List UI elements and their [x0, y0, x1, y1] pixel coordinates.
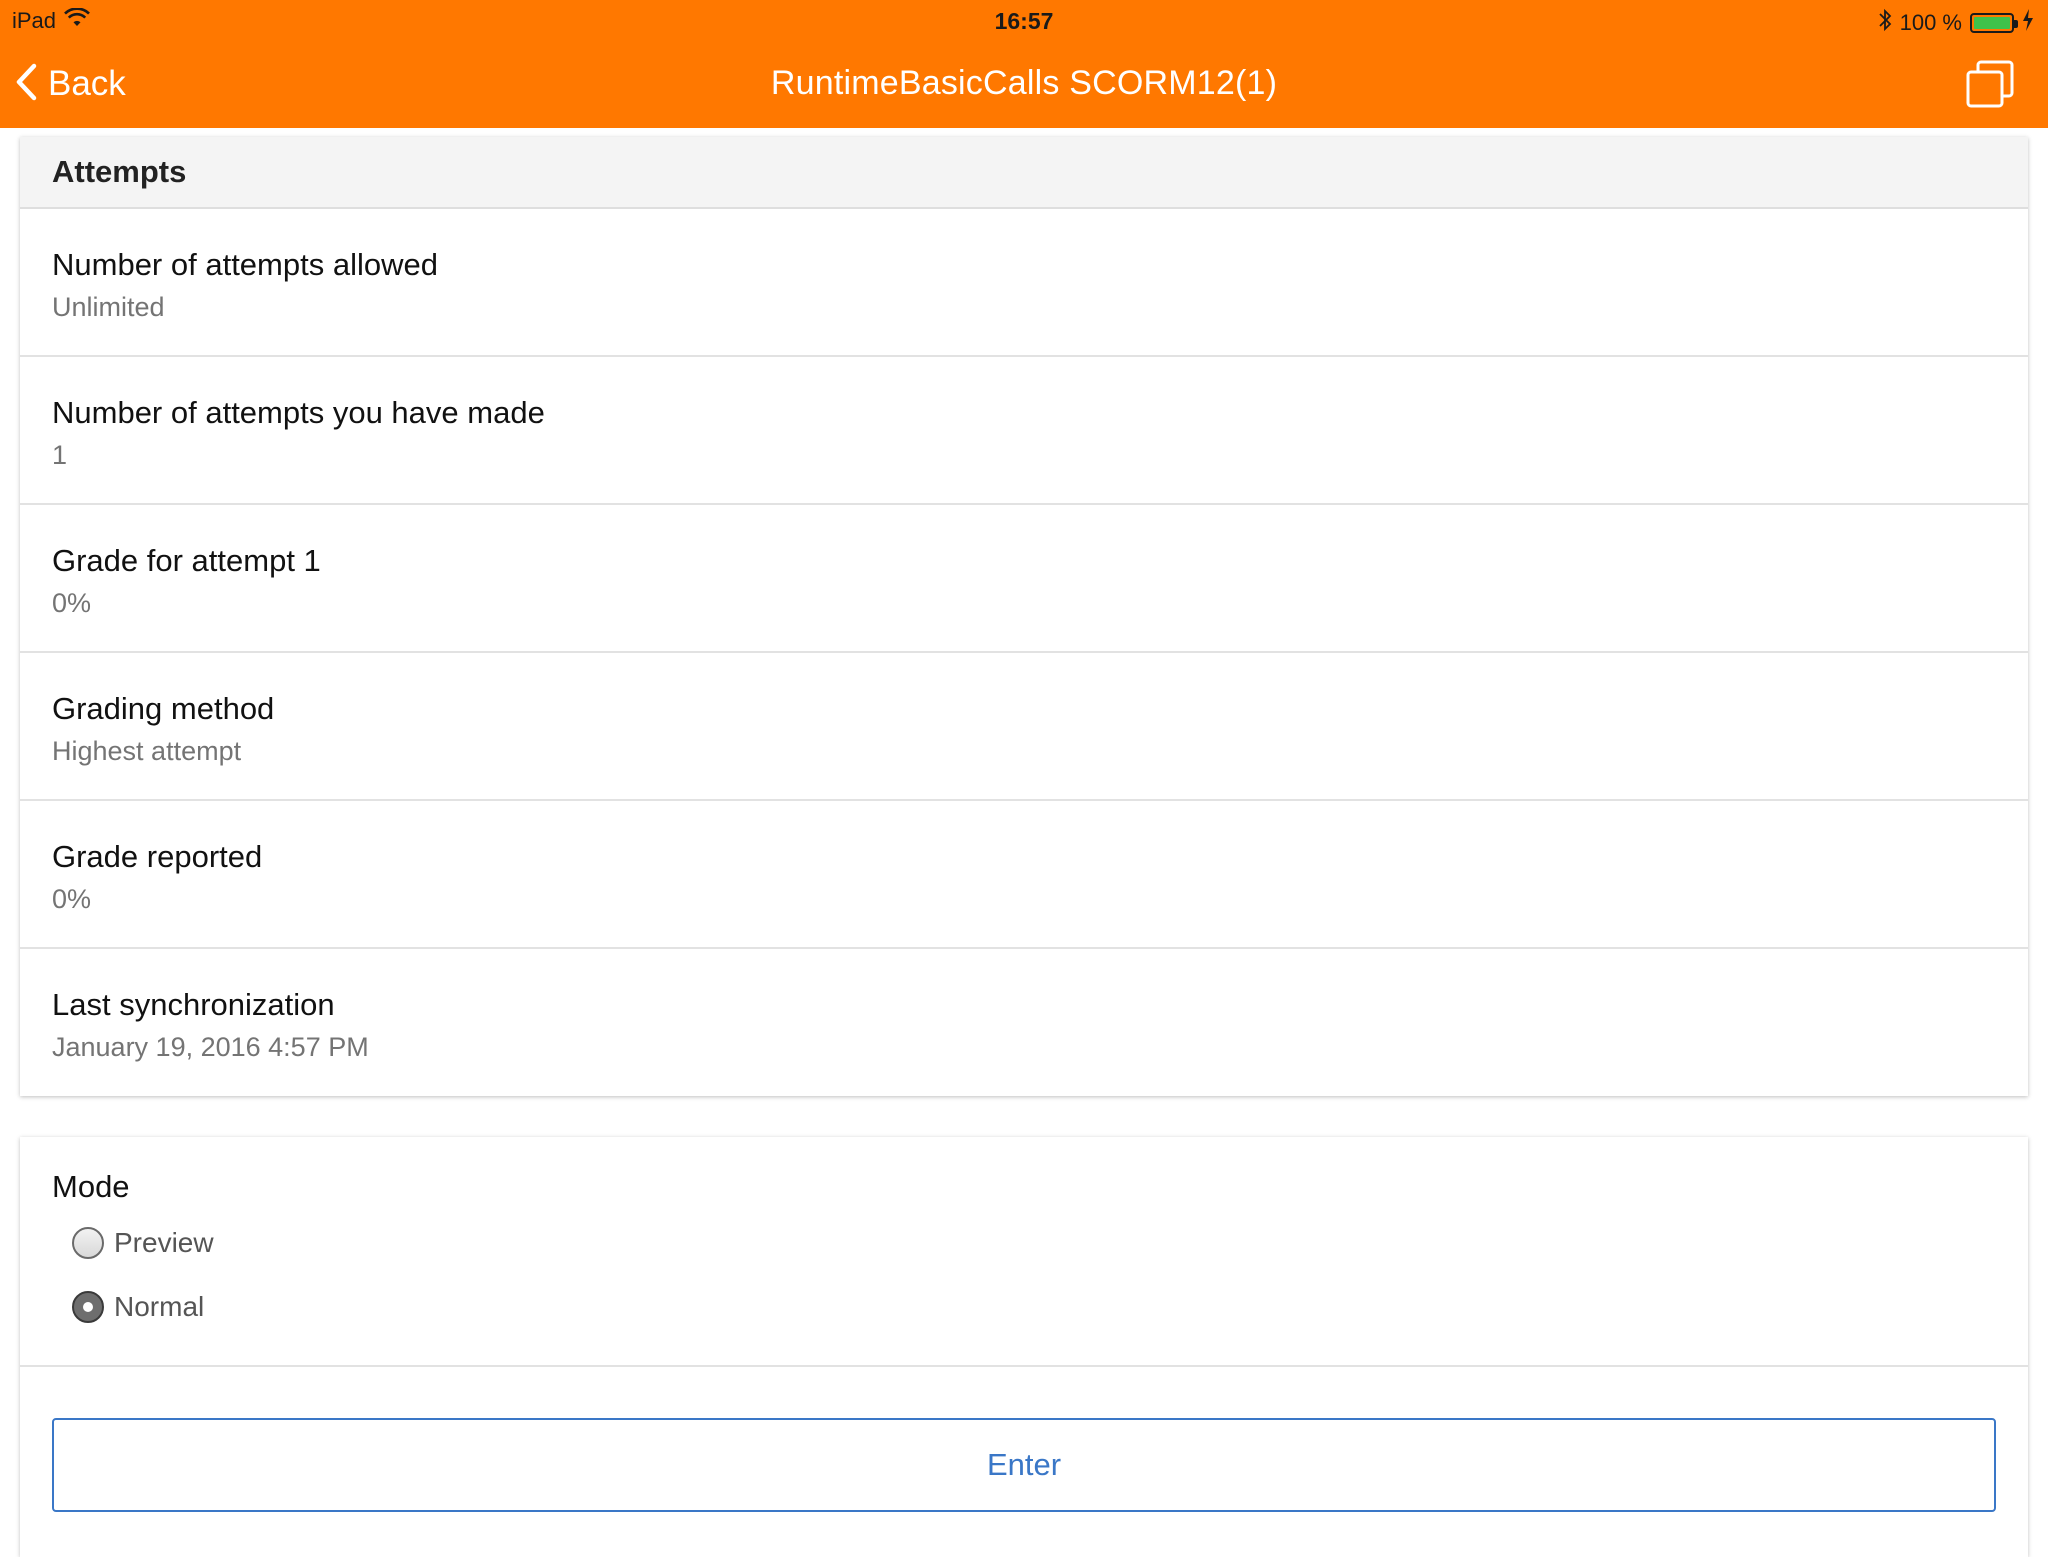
info-value: 1 [52, 440, 68, 470]
status-time: 16:57 [994, 8, 1054, 34]
radio-label: Preview [114, 1227, 214, 1258]
radio-preview[interactable]: Preview [72, 1219, 1996, 1267]
battery-level-fill [1974, 17, 2010, 29]
status-bar: iPad 16:57 100 % [0, 0, 2048, 40]
mode-section: Mode Preview Normal [20, 1137, 2028, 1367]
info-row-last-sync: Last synchronization January 19, 2016 4:… [20, 949, 2028, 1097]
radio-label: Normal [114, 1291, 205, 1322]
enter-button[interactable]: Enter [52, 1418, 1996, 1512]
battery-icon [1970, 13, 2018, 33]
info-row-grade-reported: Grade reported 0% [20, 801, 2028, 949]
attempts-header: Attempts [20, 137, 2028, 209]
nav-bar: Back RuntimeBasicCalls SCORM12(1) [0, 40, 2048, 128]
info-value: Unlimited [52, 292, 165, 322]
mode-card: Mode Preview Normal Enter [20, 1137, 2028, 1557]
info-label: Grade for attempt 1 [52, 543, 321, 578]
info-label: Last synchronization [52, 987, 335, 1022]
attempts-card: Attempts Number of attempts allowed Unli… [20, 137, 2028, 1096]
charging-bolt-icon [2022, 9, 2034, 37]
radio-button-checked[interactable] [72, 1291, 104, 1323]
info-label: Number of attempts you have made [52, 395, 545, 430]
info-label: Grading method [52, 691, 275, 726]
bluetooth-icon [1878, 8, 1892, 38]
info-row-attempts-made: Number of attempts you have made 1 [20, 357, 2028, 505]
radio-button[interactable] [72, 1227, 104, 1259]
info-value: January 19, 2016 4:57 PM [52, 1032, 369, 1062]
info-row-grade-attempt-1: Grade for attempt 1 0% [20, 505, 2028, 653]
windows-icon [1964, 60, 2016, 114]
info-row-attempts-allowed: Number of attempts allowed Unlimited [20, 209, 2028, 357]
info-value: Highest attempt [52, 736, 242, 766]
info-label: Grade reported [52, 839, 263, 874]
mode-title: Mode [52, 1169, 130, 1204]
info-label: Number of attempts allowed [52, 247, 438, 282]
app-header: iPad 16:57 100 % Back RuntimeBasicCalls … [0, 0, 2048, 128]
info-value: 0% [52, 588, 92, 618]
info-value: 0% [52, 884, 92, 914]
battery-percent: 100 % [1899, 10, 1962, 35]
windows-button[interactable] [1964, 58, 2016, 110]
info-row-grading-method: Grading method Highest attempt [20, 653, 2028, 801]
page-title: RuntimeBasicCalls SCORM12(1) [770, 64, 1278, 102]
radio-normal[interactable]: Normal [72, 1283, 1996, 1331]
